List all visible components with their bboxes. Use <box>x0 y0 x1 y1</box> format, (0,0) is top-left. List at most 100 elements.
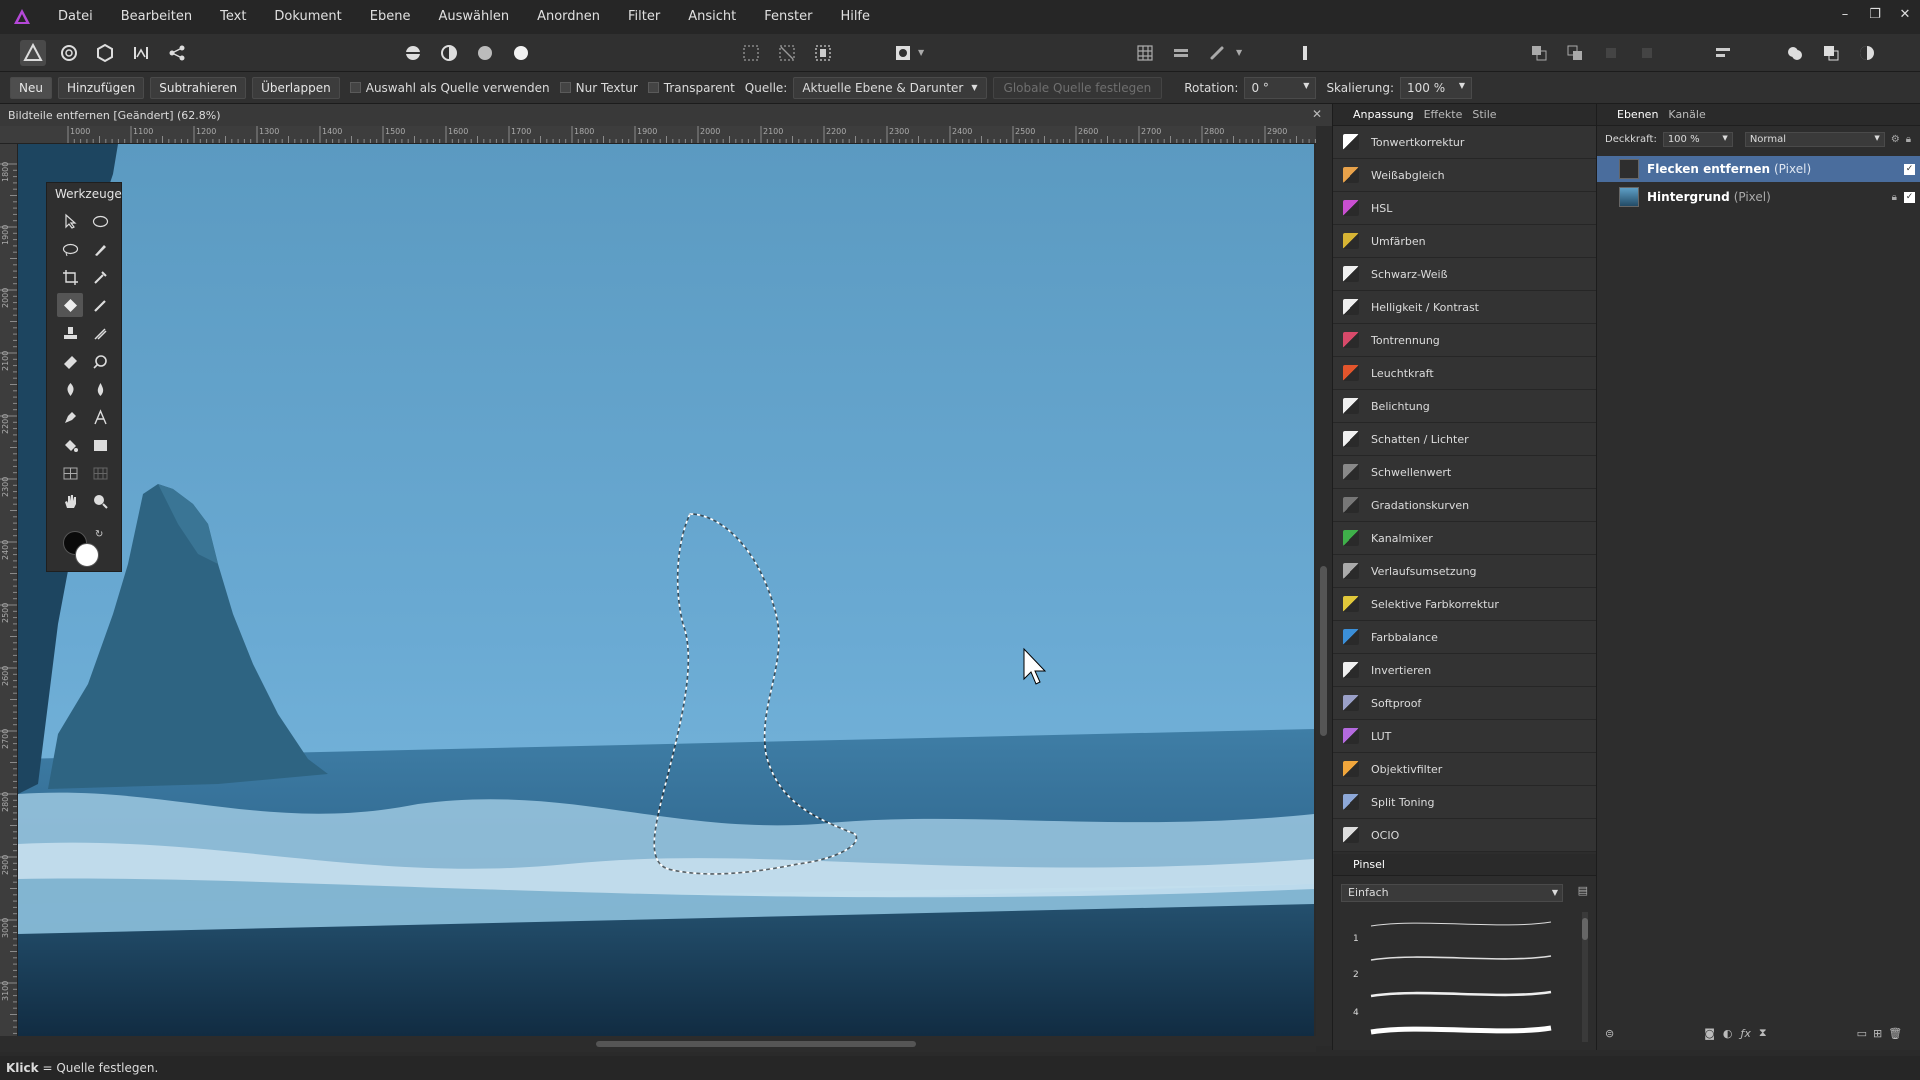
scroll-thumb[interactable] <box>1582 918 1588 940</box>
hand-tool-icon[interactable] <box>57 489 83 513</box>
perspective-tool-icon[interactable] <box>87 461 113 485</box>
selection-brush-tool-icon[interactable] <box>87 237 113 261</box>
align-left-icon[interactable] <box>1710 40 1736 66</box>
blend-mode-dropdown[interactable]: Normal ▼ <box>1744 132 1885 147</box>
add-layer-icon[interactable]: ⊞ <box>1873 1027 1882 1040</box>
add-selection-button[interactable]: Hinzufügen <box>57 76 145 99</box>
adjustment-item[interactable]: Invertieren <box>1333 654 1596 687</box>
adjustment-item[interactable]: Farbbalance <box>1333 621 1596 654</box>
tab-layers[interactable]: Ebenen <box>1617 108 1658 121</box>
ruler-horizontal[interactable]: 1000 1100 1200 1300 1400 1500 1600 1700 1800 1900… <box>0 126 1318 144</box>
flood-fill-tool-icon[interactable] <box>57 433 83 457</box>
layer-row-hintergrund[interactable]: Hintergrund (Pixel) 🔒︎ ✓ <box>1597 184 1920 210</box>
layer-blend-options-icon[interactable]: ⊜ <box>1605 1027 1614 1040</box>
live-filter-icon[interactable]: ⧗ <box>1759 1026 1767 1040</box>
smudge-brush-tool-icon[interactable] <box>87 321 113 345</box>
ruler-vertical[interactable]: 1800 1900 2000 2100 2200 2300 2400 2500 2600 2700… <box>0 144 18 1036</box>
paint-brush-tool-icon[interactable] <box>87 293 113 317</box>
color-picker-tool-icon[interactable] <box>87 265 113 289</box>
use-selection-as-source-checkbox[interactable]: Auswahl als Quelle verwenden <box>349 81 550 95</box>
adjustment-item[interactable]: Leuchtkraft <box>1333 357 1596 390</box>
mesh-warp-tool-icon[interactable] <box>57 461 83 485</box>
adjustment-item[interactable]: OCIO <box>1333 819 1596 852</box>
vertical-scrollbar[interactable] <box>1316 126 1332 1046</box>
snapping-icon[interactable] <box>1204 40 1230 66</box>
adjustment-item[interactable]: LUT <box>1333 720 1596 753</box>
dodge-brush-tool-icon[interactable] <box>87 349 113 373</box>
adjustment-item[interactable]: Weißabgleich <box>1333 159 1596 192</box>
menu-filter[interactable]: Filter <box>614 0 674 34</box>
opacity-input[interactable]: 100 % ▼ <box>1662 132 1733 147</box>
layer-lock-icon[interactable]: 🔒︎ <box>1892 192 1897 203</box>
photo-persona-icon[interactable] <box>20 40 46 66</box>
auto-white-balance-icon[interactable] <box>508 40 534 66</box>
assistant-icon[interactable] <box>1292 40 1318 66</box>
affinity-logo-icon[interactable] <box>0 0 44 34</box>
texture-only-checkbox[interactable]: Nur Textur <box>559 81 638 95</box>
source-dropdown[interactable]: Aktuelle Ebene & Darunter ▼ <box>793 76 987 99</box>
menu-anordnen[interactable]: Anordnen <box>523 0 614 34</box>
quick-mask-icon[interactable] <box>890 40 916 66</box>
rotation-input[interactable]: 0 ° ▼ <box>1244 76 1317 99</box>
color-swatches[interactable]: ↻ <box>61 529 111 571</box>
mask-layer-icon[interactable]: ◙ <box>1704 1027 1715 1040</box>
brush-list-scrollbar[interactable] <box>1582 912 1588 1042</box>
adjustment-item[interactable]: Schatten / Lichter <box>1333 423 1596 456</box>
pen-tool-icon[interactable] <box>57 405 83 429</box>
layer-row-flecken-entfernen[interactable]: Flecken entfernen (Pixel) ✓ <box>1597 156 1920 182</box>
panel-menu-icon[interactable]: ▤ <box>1578 884 1588 897</box>
close-window-icon[interactable]: ✕ <box>1890 0 1920 34</box>
adjustment-item[interactable]: Selektive Farbkorrektur <box>1333 588 1596 621</box>
tab-adjustments[interactable]: Anpassung <box>1353 108 1414 121</box>
tab-brushes[interactable]: Pinsel <box>1353 858 1385 871</box>
auto-colors-icon[interactable] <box>472 40 498 66</box>
delete-layer-icon[interactable]: 🗑︎ <box>1888 1027 1902 1040</box>
erase-brush-tool-icon[interactable] <box>57 349 83 373</box>
boolean-subtract-icon[interactable] <box>1818 40 1844 66</box>
export-persona-icon[interactable] <box>164 40 190 66</box>
clone-brush-tool-icon[interactable] <box>57 321 83 345</box>
scroll-thumb[interactable] <box>596 1041 916 1047</box>
liquify-persona-icon[interactable] <box>56 40 82 66</box>
adjustment-item[interactable]: Umfärben <box>1333 225 1596 258</box>
menu-ebene[interactable]: Ebene <box>356 0 425 34</box>
menu-fenster[interactable]: Fenster <box>750 0 826 34</box>
tab-effects[interactable]: Effekte <box>1424 108 1463 121</box>
group-layers-icon[interactable]: ▭ <box>1857 1027 1867 1040</box>
lock-icon[interactable]: 🔒︎ <box>1906 134 1911 145</box>
brush-category-dropdown[interactable]: Einfach ▼ <box>1341 884 1563 902</box>
boolean-intersect-icon[interactable] <box>1854 40 1880 66</box>
document-tab[interactable]: Bildteile entfernen [Geändert] (62.8%) ✕ <box>0 104 1332 126</box>
auto-contrast-icon[interactable] <box>436 40 462 66</box>
menu-ansicht[interactable]: Ansicht <box>674 0 750 34</box>
adjustment-item[interactable]: Split Toning <box>1333 786 1596 819</box>
arrange-back-icon[interactable] <box>1526 40 1552 66</box>
menu-datei[interactable]: Datei <box>44 0 107 34</box>
chevron-down-icon[interactable]: ▼ <box>1236 48 1242 57</box>
layer-visibility-checkbox[interactable]: ✓ <box>1904 191 1915 203</box>
adjustment-item[interactable]: Belichtung <box>1333 390 1596 423</box>
elliptical-marquee-tool-icon[interactable] <box>87 209 113 233</box>
arrange-disabled-icon[interactable] <box>1598 40 1624 66</box>
invert-selection-icon[interactable] <box>810 40 836 66</box>
tone-mapping-persona-icon[interactable] <box>128 40 154 66</box>
adjustment-item[interactable]: Helligkeit / Kontrast <box>1333 291 1596 324</box>
arrange-forward-icon[interactable] <box>1562 40 1588 66</box>
adjustment-item[interactable]: Tonwertkorrektur <box>1333 126 1596 159</box>
menu-auswaehlen[interactable]: Auswählen <box>424 0 523 34</box>
inpainting-brush-tool-icon[interactable] <box>57 293 83 317</box>
auto-levels-icon[interactable] <box>400 40 426 66</box>
scroll-thumb[interactable] <box>1320 566 1327 736</box>
adjustment-layer-icon[interactable]: ◐ <box>1723 1027 1733 1040</box>
brush-list[interactable]: 1 2 4 <box>1341 912 1563 1042</box>
arrange-disabled-2-icon[interactable] <box>1634 40 1660 66</box>
move-tool-icon[interactable] <box>57 209 83 233</box>
minimize-icon[interactable]: – <box>1830 0 1860 34</box>
tab-styles[interactable]: Stile <box>1472 108 1496 121</box>
text-tool-icon[interactable] <box>87 405 113 429</box>
restore-icon[interactable]: ❐ <box>1860 0 1890 34</box>
chevron-down-icon[interactable]: ▼ <box>918 48 924 57</box>
menu-hilfe[interactable]: Hilfe <box>826 0 884 34</box>
horizontal-scrollbar[interactable] <box>0 1036 1316 1052</box>
marquee-select-icon[interactable] <box>738 40 764 66</box>
